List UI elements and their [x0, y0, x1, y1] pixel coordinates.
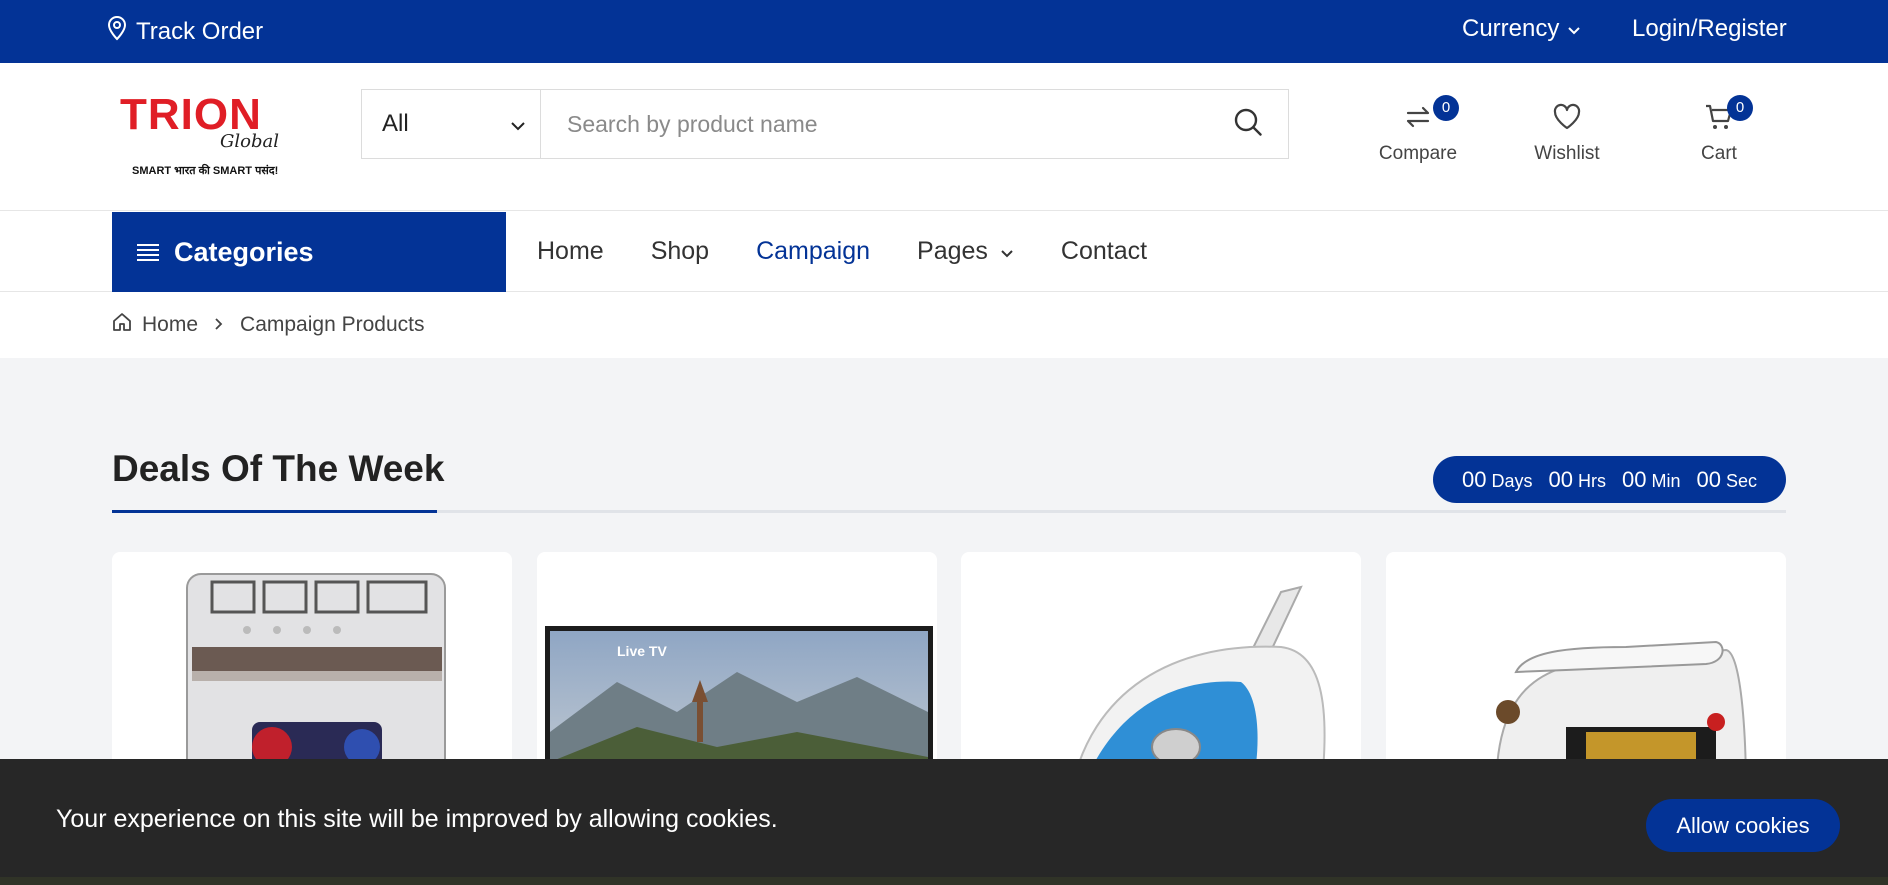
product-card[interactable]: Live TV: [537, 552, 937, 792]
nav-item-pages-label: Pages: [917, 236, 988, 265]
search-category-select[interactable]: All: [362, 90, 541, 158]
categories-label: Categories: [174, 236, 314, 267]
compare-label: Compare: [1378, 143, 1458, 164]
nav-item-home[interactable]: Home: [537, 237, 604, 266]
main-header: TRION Global SMART भारत की SMART पसंद! A…: [0, 63, 1888, 211]
site-logo[interactable]: TRION Global SMART भारत की SMART पसंद!: [120, 93, 300, 183]
nav-menu: Home Shop Campaign Pages Contact: [537, 211, 1147, 291]
countdown-timer: 00 Days 00 Hrs 00 Min 00 Sec: [1433, 456, 1786, 503]
countdown-seconds-label: Sec: [1725, 470, 1757, 491]
countdown-hours: 00 Hrs: [1549, 467, 1606, 493]
nav-item-shop[interactable]: Shop: [651, 237, 709, 266]
product-card[interactable]: [1386, 552, 1786, 792]
logo-sub-text: Global: [220, 131, 279, 152]
breadcrumb-current: Campaign Products: [240, 313, 425, 336]
steam-iron-image: [1069, 585, 1326, 792]
countdown-minutes-value: 00: [1621, 466, 1647, 492]
allow-cookies-button[interactable]: Allow cookies: [1646, 799, 1840, 852]
track-order-link[interactable]: Track Order: [106, 15, 263, 48]
nav-item-pages[interactable]: Pages: [917, 237, 1014, 266]
countdown-days: 00 Days: [1462, 467, 1533, 493]
countdown-seconds-value: 00: [1696, 466, 1721, 492]
product-card[interactable]: [112, 552, 512, 792]
top-bar: Track Order Currency Login/Register: [0, 0, 1888, 63]
nav-item-campaign[interactable]: Campaign: [756, 237, 870, 266]
search-icon: [1233, 107, 1263, 142]
breadcrumb-bar: Home Campaign Products: [0, 292, 1888, 358]
cookie-consent-bar: Your experience on this site will be imp…: [0, 759, 1888, 885]
countdown-minutes: 00 Min: [1622, 467, 1681, 493]
product-card[interactable]: [961, 552, 1361, 792]
wishlist-label: Wishlist: [1534, 143, 1600, 164]
countdown-seconds: 00 Sec: [1696, 467, 1757, 493]
chevron-down-icon: [1567, 15, 1581, 43]
breadcrumb-home[interactable]: Home: [142, 313, 198, 337]
cart-button[interactable]: 0 Cart: [1697, 95, 1753, 165]
compare-button[interactable]: 0 Compare: [1378, 95, 1459, 165]
cart-label: Cart: [1701, 143, 1737, 164]
main-nav: Categories Home Shop Campaign Pages Cont…: [0, 211, 1888, 292]
tv-screen-text: Live TV: [617, 643, 667, 659]
countdown-hours-value: 00: [1548, 466, 1573, 492]
search-input[interactable]: [567, 110, 1182, 138]
compare-arrows-icon: [1402, 101, 1434, 139]
menu-lines-icon: [136, 237, 160, 268]
logo-tagline: SMART भारत की SMART पसंद!: [132, 165, 279, 177]
home-icon: [112, 312, 132, 338]
chevron-down-icon: [510, 110, 526, 138]
breadcrumb: Home Campaign Products: [112, 312, 424, 338]
cookie-message: Your experience on this site will be imp…: [56, 805, 778, 833]
heart-icon: [1551, 101, 1583, 139]
wishlist-button[interactable]: Wishlist: [1532, 101, 1602, 165]
cart-count-badge: 0: [1727, 95, 1753, 121]
currency-dropdown[interactable]: Currency: [1462, 15, 1581, 43]
currency-label: Currency: [1462, 15, 1560, 42]
countdown-minutes-label: Min: [1651, 470, 1681, 491]
chevron-down-icon: [1000, 237, 1014, 266]
compare-count-badge: 0: [1433, 95, 1459, 121]
led-tv-image: Live TV: [545, 626, 933, 792]
categories-button[interactable]: Categories: [112, 212, 506, 292]
countdown-days-label: Days: [1491, 470, 1533, 491]
section-title-underline: [112, 510, 437, 513]
search-category-value: All: [382, 110, 409, 137]
search-field-wrap: [541, 90, 1208, 158]
dry-iron-image: [1494, 640, 1748, 792]
track-order-label: Track Order: [136, 17, 264, 45]
countdown-hours-label: Hrs: [1577, 470, 1606, 491]
login-register-link[interactable]: Login/Register: [1632, 15, 1787, 43]
location-pin-icon: [106, 15, 128, 48]
countdown-days-value: 00: [1462, 466, 1487, 492]
chevron-right-icon: [214, 313, 224, 337]
search-button[interactable]: [1208, 90, 1288, 158]
nav-item-contact[interactable]: Contact: [1061, 237, 1147, 266]
washing-machine-image: [186, 573, 446, 792]
cookie-bar-edge: [0, 877, 1888, 885]
search-bar: All: [361, 89, 1289, 159]
section-title: Deals Of The Week: [112, 448, 445, 489]
